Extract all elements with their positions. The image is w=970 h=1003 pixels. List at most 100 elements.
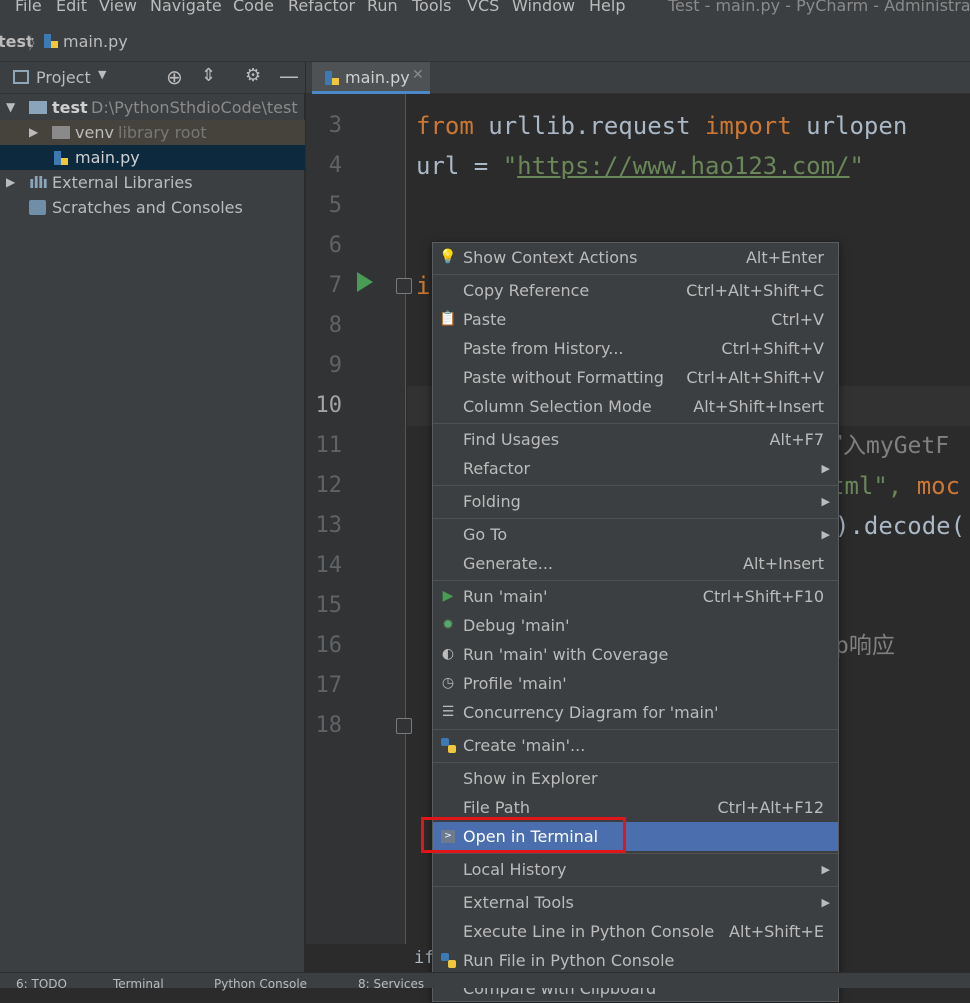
menu-separator xyxy=(433,274,838,275)
collapsed-arrow-icon[interactable]: ▶ xyxy=(29,120,38,145)
tree-item-venv[interactable]: ▶ venv library root xyxy=(0,120,305,145)
coverage-icon: ◐ xyxy=(441,646,455,662)
menu-item-profile-main[interactable]: ◷ Profile 'main' xyxy=(433,669,838,698)
menu-item-refactor[interactable]: Refactor ▶ xyxy=(433,454,838,483)
menu-item-external-tools[interactable]: External Tools ▶ xyxy=(433,888,838,917)
menu-window[interactable]: Window xyxy=(512,0,575,15)
tool-tab-services[interactable]: 8: Services xyxy=(358,977,424,991)
menu-item-show-in-explorer[interactable]: Show in Explorer xyxy=(433,764,838,793)
code-line-11[interactable]: 写入myGetF xyxy=(820,426,949,466)
menu-navigate[interactable]: Navigate xyxy=(150,0,222,15)
menu-separator xyxy=(433,423,838,424)
menu-item-column-selection-mode[interactable]: Column Selection Mode Alt+Shift+Insert xyxy=(433,392,838,421)
line-number-current: 10 xyxy=(315,393,343,418)
menu-help[interactable]: Help xyxy=(589,0,625,15)
close-icon[interactable]: ✕ xyxy=(412,67,424,83)
menu-separator xyxy=(433,518,838,519)
code-line-12[interactable]: tml", moc xyxy=(830,466,960,506)
code-line-7[interactable]: i xyxy=(416,266,430,306)
tree-root-path: D:\PythonSthdioCode\test xyxy=(91,98,298,117)
menu-refactor[interactable]: Refactor xyxy=(288,0,355,15)
tree-root-name: test xyxy=(52,98,88,117)
gear-icon[interactable]: ⚙ xyxy=(245,65,261,86)
line-number: 15 xyxy=(315,593,343,618)
tree-item-scratches[interactable]: Scratches and Consoles xyxy=(0,195,305,220)
library-icon: ıllı xyxy=(29,173,48,192)
tool-tab-todo[interactable]: 6: TODO xyxy=(16,977,67,991)
code-line-3[interactable]: from urllib.request import urlopen xyxy=(416,106,907,146)
menu-item-find-usages[interactable]: Find Usages Alt+F7 xyxy=(433,425,838,454)
python-file-icon xyxy=(44,34,58,48)
fold-marker-icon[interactable] xyxy=(396,718,412,734)
tree-item-root[interactable]: ▼ test D:\PythonSthdioCode\test xyxy=(0,95,305,120)
menu-item-paste-without-formatting[interactable]: Paste without Formatting Ctrl+Alt+Shift+V xyxy=(433,363,838,392)
line-number: 12 xyxy=(315,473,343,498)
project-panel-title[interactable]: Project xyxy=(36,68,91,87)
scratches-icon xyxy=(29,200,46,215)
menu-separator xyxy=(433,762,838,763)
locate-icon[interactable]: ⊕ xyxy=(166,65,183,89)
lightbulb-icon: 💡 xyxy=(439,249,457,265)
menu-item-copy-reference[interactable]: Copy Reference Ctrl+Alt+Shift+C xyxy=(433,276,838,305)
menu-view[interactable]: View xyxy=(99,0,137,15)
tool-tab-python-console[interactable]: Python Console xyxy=(214,977,307,991)
menu-vcs[interactable]: VCS xyxy=(467,0,499,15)
breadcrumb-file[interactable]: main.py xyxy=(63,32,128,51)
menu-item-execute-line-in-console[interactable]: Execute Line in Python Console Alt+Shift+… xyxy=(433,917,838,946)
code-line-13[interactable]: ).decode( xyxy=(835,506,965,546)
code-line-16[interactable]: p响应 xyxy=(835,626,895,666)
folder-icon xyxy=(29,101,47,114)
editor-tab-bar: main.py ✕ xyxy=(306,62,970,94)
collapse-all-icon[interactable]: ⇕ xyxy=(201,65,216,86)
menu-edit[interactable]: Edit xyxy=(56,0,87,15)
menu-item-go-to[interactable]: Go To ▶ xyxy=(433,520,838,549)
menu-item-paste-from-history[interactable]: Paste from History... Ctrl+Shift+V xyxy=(433,334,838,363)
line-number: 14 xyxy=(315,553,343,578)
menu-item-generate[interactable]: Generate... Alt+Insert xyxy=(433,549,838,578)
menu-file[interactable]: File xyxy=(15,0,42,15)
window-title: Test - main.py - PyCharm - Administrato xyxy=(668,0,970,15)
menu-run[interactable]: Run xyxy=(367,0,398,15)
expanded-arrow-icon[interactable]: ▼ xyxy=(6,95,15,120)
fold-marker-icon[interactable] xyxy=(396,278,412,294)
menu-item-run-main[interactable]: ▶ Run 'main' Ctrl+Shift+F10 xyxy=(433,582,838,611)
tool-tab-terminal[interactable]: Terminal xyxy=(113,977,164,991)
menu-item-create-main[interactable]: Create 'main'... xyxy=(433,731,838,760)
annotation-highlight-box xyxy=(421,817,626,853)
menu-item-local-history[interactable]: Local History ▶ xyxy=(433,855,838,884)
line-number: 5 xyxy=(328,193,342,218)
menu-separator xyxy=(433,729,838,730)
code-line-4[interactable]: url = "https://www.hao123.com/" xyxy=(416,146,864,186)
tree-scratches-label: Scratches and Consoles xyxy=(52,198,243,217)
collapsed-arrow-icon[interactable]: ▶ xyxy=(6,170,15,195)
menu-item-run-file-in-console[interactable]: Run File in Python Console xyxy=(433,946,838,975)
submenu-arrow-icon: ▶ xyxy=(821,495,830,508)
run-gutter-icon[interactable] xyxy=(357,272,373,292)
menu-separator xyxy=(433,580,838,581)
tree-item-external-libraries[interactable]: ▶ ıllı External Libraries xyxy=(0,170,305,195)
menu-item-folding[interactable]: Folding ▶ xyxy=(433,487,838,516)
chevron-down-icon[interactable]: ▼ xyxy=(98,68,106,81)
line-number: 7 xyxy=(328,273,342,298)
menu-tools[interactable]: Tools xyxy=(412,0,451,15)
menu-item-debug-main[interactable]: ✹ Debug 'main' xyxy=(433,611,838,640)
menu-code[interactable]: Code xyxy=(233,0,274,15)
submenu-arrow-icon: ▶ xyxy=(821,863,830,876)
menu-item-paste[interactable]: 📋 Paste Ctrl+V xyxy=(433,305,838,334)
line-number: 3 xyxy=(328,113,342,138)
line-number: 13 xyxy=(315,513,343,538)
menu-item-show-context-actions[interactable]: 💡 Show Context Actions Alt+Enter xyxy=(433,243,838,272)
menu-separator xyxy=(433,485,838,486)
menu-item-run-with-coverage[interactable]: ◐ Run 'main' with Coverage xyxy=(433,640,838,669)
line-number: 8 xyxy=(328,313,342,338)
tree-venv-note: library root xyxy=(118,123,207,142)
tree-item-main-py[interactable]: main.py xyxy=(0,145,305,170)
project-panel-header: Project ▼ ⊕ ⇕ ⚙ — xyxy=(0,62,305,94)
python-icon xyxy=(441,738,456,753)
menu-item-concurrency-diagram[interactable]: ☰ Concurrency Diagram for 'main' xyxy=(433,698,838,727)
submenu-arrow-icon: ▶ xyxy=(821,896,830,909)
python-file-icon xyxy=(54,151,68,165)
line-number: 18 xyxy=(315,713,343,738)
minimize-icon[interactable]: — xyxy=(279,64,299,88)
tab-main-py[interactable]: main.py ✕ xyxy=(312,62,430,94)
